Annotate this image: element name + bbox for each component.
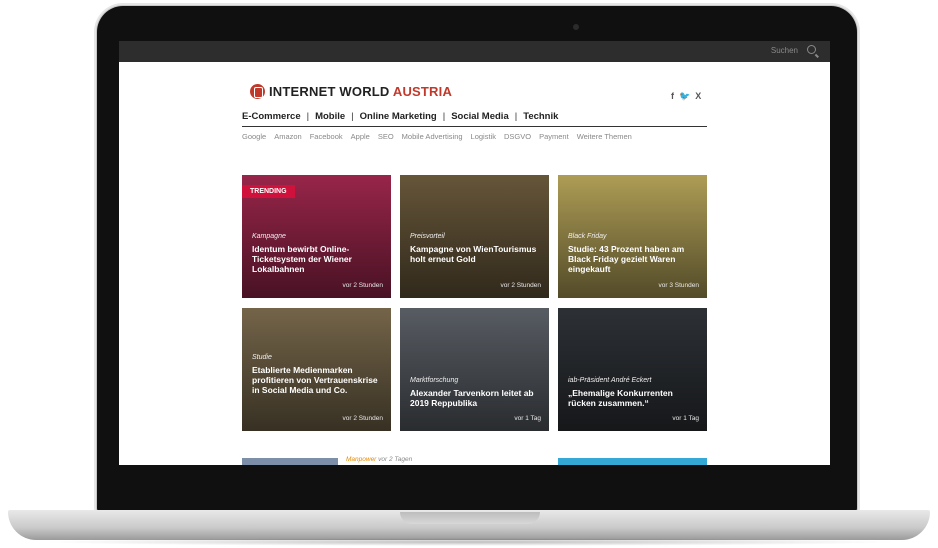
search-icon[interactable]: [807, 45, 816, 54]
nav-item-ecommerce[interactable]: E-Commerce: [242, 111, 301, 122]
article-title[interactable]: Etablierte Medienmarken profitieren von …: [252, 365, 381, 395]
article-category: Preisvorteil: [410, 233, 445, 240]
logo-icon: [250, 84, 265, 99]
twitter-icon[interactable]: 🐦: [679, 91, 690, 102]
article-category: iab-Präsident André Eckert: [568, 377, 652, 384]
tag-link[interactable]: Logistik: [471, 132, 496, 141]
laptop-shadow: [40, 538, 900, 546]
article-time: vor 1 Tag: [672, 415, 699, 422]
article-keyword[interactable]: Manpower: [346, 456, 376, 463]
article-title[interactable]: Studie: 43 Prozent haben am Black Friday…: [568, 244, 697, 274]
tag-link[interactable]: Apple: [351, 132, 370, 141]
logo-main-text: INTERNET WORLD: [269, 84, 390, 99]
article-title[interactable]: „Ehemalige Konkurrenten rücken zusammen.…: [568, 388, 697, 408]
article-tile[interactable]: TRENDING Kampagne Identum bewirbt Online…: [242, 175, 391, 298]
article-time: vor 1 Tag: [514, 415, 541, 422]
tag-link[interactable]: DSGVO: [504, 132, 531, 141]
tag-link[interactable]: Facebook: [310, 132, 343, 141]
article-tile[interactable]: Black Friday Studie: 43 Prozent haben am…: [558, 175, 707, 298]
camera-icon: [573, 24, 579, 30]
article-meta: Manpower vor 2 Tagen: [346, 456, 412, 463]
top-bar: Suchen: [119, 41, 830, 62]
article-time: vor 2 Stunden: [342, 415, 383, 422]
article-tile[interactable]: Preisvorteil Kampagne von WienTourismus …: [400, 175, 549, 298]
logo-accent-text: AUSTRIA: [392, 84, 453, 99]
laptop-notch: [400, 512, 540, 524]
article-thumbnail[interactable]: [242, 458, 338, 465]
main-nav: E-Commerce | Mobile | Online Marketing |…: [242, 111, 707, 127]
article-title[interactable]: Kampagne von WienTourismus holt erneut G…: [410, 244, 539, 264]
article-tile[interactable]: iab-Präsident André Eckert „Ehemalige Ko…: [558, 308, 707, 431]
article-tile[interactable]: Studie Etablierte Medienmarken profitier…: [242, 308, 391, 431]
nav-item-mobile[interactable]: Mobile: [315, 111, 345, 122]
article-category: Kampagne: [252, 233, 286, 240]
article-category: Black Friday: [568, 233, 607, 240]
social-links: f 🐦 X: [671, 91, 701, 102]
trending-badge: TRENDING: [242, 185, 295, 198]
tag-link[interactable]: Payment: [539, 132, 569, 141]
xing-icon[interactable]: X: [695, 91, 701, 102]
tag-link[interactable]: Weitere Themen: [577, 132, 632, 141]
tag-list: Google Amazon Facebook Apple SEO Mobile …: [242, 132, 632, 141]
article-tile[interactable]: Marktforschung Alexander Tarvenkorn leit…: [400, 308, 549, 431]
nav-item-technik[interactable]: Technik: [523, 111, 558, 122]
site-logo[interactable]: INTERNET WORLD AUSTRIA: [250, 84, 452, 99]
tag-link[interactable]: Mobile Advertising: [402, 132, 463, 141]
article-time: vor 2 Tagen: [378, 456, 413, 463]
article-category: Studie: [252, 354, 272, 361]
article-time: vor 3 Stunden: [658, 282, 699, 289]
search-input[interactable]: Suchen: [771, 46, 798, 55]
tag-link[interactable]: Amazon: [274, 132, 302, 141]
nav-item-online-marketing[interactable]: Online Marketing: [360, 111, 437, 122]
article-time: vor 2 Stunden: [342, 282, 383, 289]
tag-link[interactable]: SEO: [378, 132, 394, 141]
browser-screen: Suchen INTERNET WORLD AUSTRIA f 🐦 X E-Co…: [119, 41, 830, 465]
article-time: vor 2 Stunden: [500, 282, 541, 289]
article-category: Marktforschung: [410, 377, 459, 384]
ad-banner[interactable]: [558, 458, 707, 465]
nav-item-social-media[interactable]: Social Media: [451, 111, 509, 122]
tag-link[interactable]: Google: [242, 132, 266, 141]
facebook-icon[interactable]: f: [671, 91, 674, 102]
article-title[interactable]: Identum bewirbt Online-Ticketsystem der …: [252, 244, 381, 274]
article-title[interactable]: Alexander Tarvenkorn leitet ab 2019 Repp…: [410, 388, 539, 408]
